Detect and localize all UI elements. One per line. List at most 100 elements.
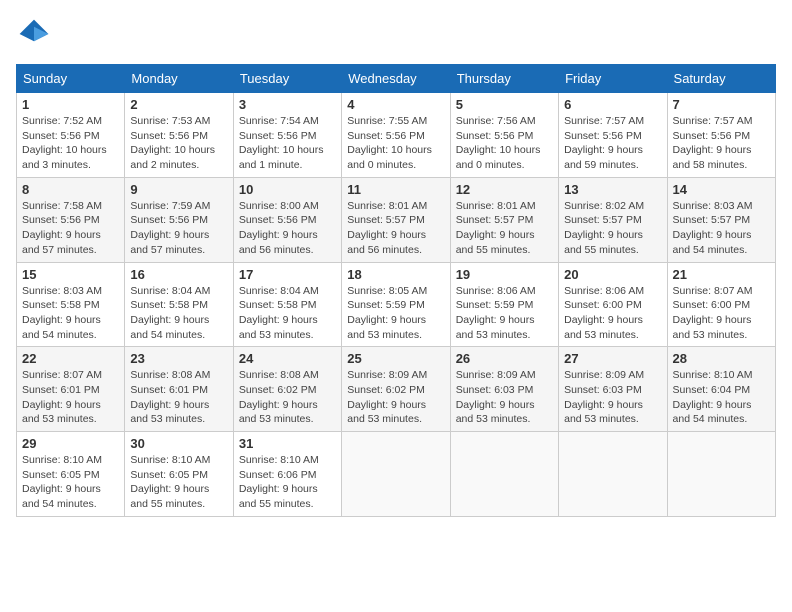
day-info: Sunrise: 8:04 AM Sunset: 5:58 PM Dayligh… (239, 284, 336, 343)
day-info: Sunrise: 7:55 AM Sunset: 5:56 PM Dayligh… (347, 114, 444, 173)
day-number: 26 (456, 351, 553, 366)
day-info: Sunrise: 7:56 AM Sunset: 5:56 PM Dayligh… (456, 114, 553, 173)
day-info: Sunrise: 8:01 AM Sunset: 5:57 PM Dayligh… (347, 199, 444, 258)
day-info: Sunrise: 7:57 AM Sunset: 5:56 PM Dayligh… (673, 114, 770, 173)
calendar-cell: 1 Sunrise: 7:52 AM Sunset: 5:56 PM Dayli… (17, 93, 125, 178)
calendar-cell: 14 Sunrise: 8:03 AM Sunset: 5:57 PM Dayl… (667, 177, 775, 262)
day-number: 30 (130, 436, 227, 451)
day-number: 15 (22, 267, 119, 282)
day-number: 1 (22, 97, 119, 112)
day-number: 3 (239, 97, 336, 112)
day-number: 7 (673, 97, 770, 112)
day-info: Sunrise: 8:10 AM Sunset: 6:04 PM Dayligh… (673, 368, 770, 427)
calendar-cell (450, 432, 558, 517)
day-number: 29 (22, 436, 119, 451)
calendar-cell: 22 Sunrise: 8:07 AM Sunset: 6:01 PM Dayl… (17, 347, 125, 432)
calendar-cell: 24 Sunrise: 8:08 AM Sunset: 6:02 PM Dayl… (233, 347, 341, 432)
calendar-cell (559, 432, 667, 517)
weekday-header-row: SundayMondayTuesdayWednesdayThursdayFrid… (17, 65, 776, 93)
day-number: 16 (130, 267, 227, 282)
day-number: 21 (673, 267, 770, 282)
calendar-cell: 3 Sunrise: 7:54 AM Sunset: 5:56 PM Dayli… (233, 93, 341, 178)
day-number: 20 (564, 267, 661, 282)
day-info: Sunrise: 8:03 AM Sunset: 5:58 PM Dayligh… (22, 284, 119, 343)
logo (16, 16, 56, 52)
day-info: Sunrise: 7:54 AM Sunset: 5:56 PM Dayligh… (239, 114, 336, 173)
day-number: 25 (347, 351, 444, 366)
day-info: Sunrise: 8:06 AM Sunset: 6:00 PM Dayligh… (564, 284, 661, 343)
day-info: Sunrise: 8:08 AM Sunset: 6:01 PM Dayligh… (130, 368, 227, 427)
calendar-cell: 9 Sunrise: 7:59 AM Sunset: 5:56 PM Dayli… (125, 177, 233, 262)
day-info: Sunrise: 8:10 AM Sunset: 6:06 PM Dayligh… (239, 453, 336, 512)
calendar-cell: 25 Sunrise: 8:09 AM Sunset: 6:02 PM Dayl… (342, 347, 450, 432)
calendar-cell: 11 Sunrise: 8:01 AM Sunset: 5:57 PM Dayl… (342, 177, 450, 262)
day-number: 6 (564, 97, 661, 112)
weekday-header-tuesday: Tuesday (233, 65, 341, 93)
calendar-cell: 6 Sunrise: 7:57 AM Sunset: 5:56 PM Dayli… (559, 93, 667, 178)
calendar-cell: 26 Sunrise: 8:09 AM Sunset: 6:03 PM Dayl… (450, 347, 558, 432)
calendar-table: SundayMondayTuesdayWednesdayThursdayFrid… (16, 64, 776, 517)
day-info: Sunrise: 8:08 AM Sunset: 6:02 PM Dayligh… (239, 368, 336, 427)
calendar-cell: 4 Sunrise: 7:55 AM Sunset: 5:56 PM Dayli… (342, 93, 450, 178)
calendar-cell: 16 Sunrise: 8:04 AM Sunset: 5:58 PM Dayl… (125, 262, 233, 347)
weekday-header-saturday: Saturday (667, 65, 775, 93)
calendar-cell (667, 432, 775, 517)
day-number: 4 (347, 97, 444, 112)
day-number: 5 (456, 97, 553, 112)
day-number: 10 (239, 182, 336, 197)
week-row-2: 8 Sunrise: 7:58 AM Sunset: 5:56 PM Dayli… (17, 177, 776, 262)
day-number: 12 (456, 182, 553, 197)
day-number: 8 (22, 182, 119, 197)
day-number: 11 (347, 182, 444, 197)
day-number: 31 (239, 436, 336, 451)
day-info: Sunrise: 7:52 AM Sunset: 5:56 PM Dayligh… (22, 114, 119, 173)
day-info: Sunrise: 8:10 AM Sunset: 6:05 PM Dayligh… (130, 453, 227, 512)
week-row-5: 29 Sunrise: 8:10 AM Sunset: 6:05 PM Dayl… (17, 432, 776, 517)
calendar-cell: 2 Sunrise: 7:53 AM Sunset: 5:56 PM Dayli… (125, 93, 233, 178)
day-number: 9 (130, 182, 227, 197)
day-info: Sunrise: 8:10 AM Sunset: 6:05 PM Dayligh… (22, 453, 119, 512)
calendar-cell: 31 Sunrise: 8:10 AM Sunset: 6:06 PM Dayl… (233, 432, 341, 517)
day-info: Sunrise: 8:05 AM Sunset: 5:59 PM Dayligh… (347, 284, 444, 343)
weekday-header-sunday: Sunday (17, 65, 125, 93)
week-row-4: 22 Sunrise: 8:07 AM Sunset: 6:01 PM Dayl… (17, 347, 776, 432)
weekday-header-monday: Monday (125, 65, 233, 93)
day-info: Sunrise: 8:09 AM Sunset: 6:02 PM Dayligh… (347, 368, 444, 427)
weekday-header-thursday: Thursday (450, 65, 558, 93)
calendar-cell: 28 Sunrise: 8:10 AM Sunset: 6:04 PM Dayl… (667, 347, 775, 432)
weekday-header-wednesday: Wednesday (342, 65, 450, 93)
week-row-3: 15 Sunrise: 8:03 AM Sunset: 5:58 PM Dayl… (17, 262, 776, 347)
day-info: Sunrise: 8:02 AM Sunset: 5:57 PM Dayligh… (564, 199, 661, 258)
day-info: Sunrise: 7:59 AM Sunset: 5:56 PM Dayligh… (130, 199, 227, 258)
week-row-1: 1 Sunrise: 7:52 AM Sunset: 5:56 PM Dayli… (17, 93, 776, 178)
day-number: 2 (130, 97, 227, 112)
day-info: Sunrise: 8:06 AM Sunset: 5:59 PM Dayligh… (456, 284, 553, 343)
day-info: Sunrise: 8:00 AM Sunset: 5:56 PM Dayligh… (239, 199, 336, 258)
day-info: Sunrise: 8:04 AM Sunset: 5:58 PM Dayligh… (130, 284, 227, 343)
day-info: Sunrise: 8:03 AM Sunset: 5:57 PM Dayligh… (673, 199, 770, 258)
calendar-cell: 30 Sunrise: 8:10 AM Sunset: 6:05 PM Dayl… (125, 432, 233, 517)
day-number: 14 (673, 182, 770, 197)
day-number: 27 (564, 351, 661, 366)
day-number: 22 (22, 351, 119, 366)
day-info: Sunrise: 8:01 AM Sunset: 5:57 PM Dayligh… (456, 199, 553, 258)
calendar-cell: 19 Sunrise: 8:06 AM Sunset: 5:59 PM Dayl… (450, 262, 558, 347)
day-info: Sunrise: 7:53 AM Sunset: 5:56 PM Dayligh… (130, 114, 227, 173)
day-info: Sunrise: 8:07 AM Sunset: 6:01 PM Dayligh… (22, 368, 119, 427)
weekday-header-friday: Friday (559, 65, 667, 93)
calendar-cell: 15 Sunrise: 8:03 AM Sunset: 5:58 PM Dayl… (17, 262, 125, 347)
day-number: 23 (130, 351, 227, 366)
day-info: Sunrise: 7:58 AM Sunset: 5:56 PM Dayligh… (22, 199, 119, 258)
calendar-cell: 17 Sunrise: 8:04 AM Sunset: 5:58 PM Dayl… (233, 262, 341, 347)
day-number: 13 (564, 182, 661, 197)
calendar-cell: 7 Sunrise: 7:57 AM Sunset: 5:56 PM Dayli… (667, 93, 775, 178)
day-info: Sunrise: 7:57 AM Sunset: 5:56 PM Dayligh… (564, 114, 661, 173)
calendar-cell: 27 Sunrise: 8:09 AM Sunset: 6:03 PM Dayl… (559, 347, 667, 432)
calendar-cell: 18 Sunrise: 8:05 AM Sunset: 5:59 PM Dayl… (342, 262, 450, 347)
day-info: Sunrise: 8:09 AM Sunset: 6:03 PM Dayligh… (456, 368, 553, 427)
day-number: 19 (456, 267, 553, 282)
day-number: 18 (347, 267, 444, 282)
day-number: 28 (673, 351, 770, 366)
calendar-cell: 5 Sunrise: 7:56 AM Sunset: 5:56 PM Dayli… (450, 93, 558, 178)
day-number: 17 (239, 267, 336, 282)
